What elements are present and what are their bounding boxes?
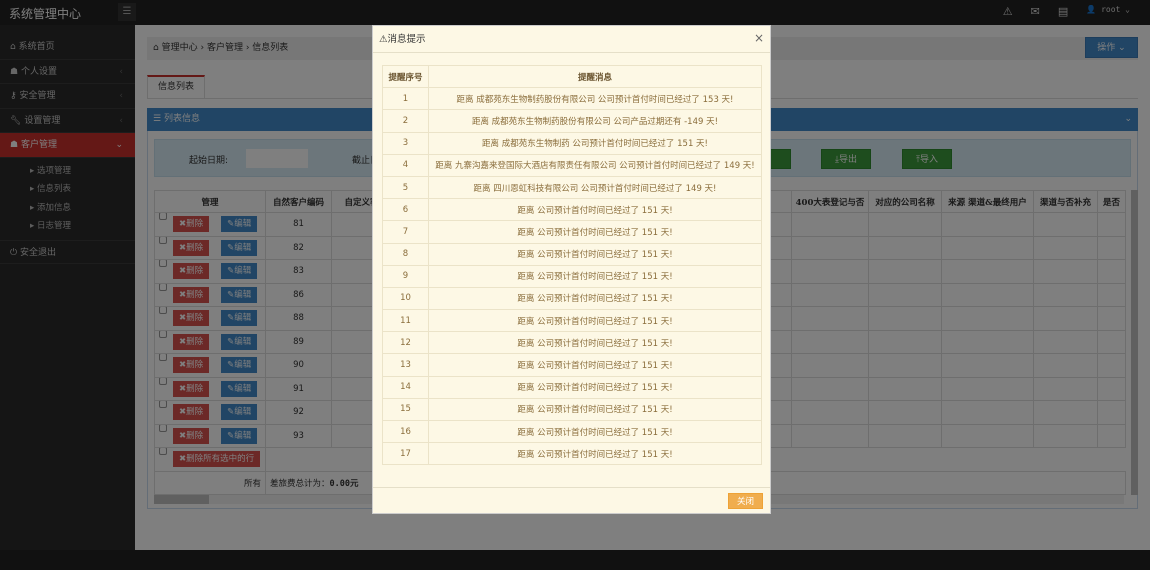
reminder-message: 距离 公司预计首付时间已经过了 151 天! [428, 220, 762, 244]
table-row: 12 距离 公司预计首付时间已经过了 151 天! [382, 331, 762, 355]
table-row: 2 距离 成都苑东生物制药股份有限公司 公司产品过期还有 -149 天! [382, 109, 762, 133]
table-row: 14 距离 公司预计首付时间已经过了 151 天! [382, 375, 762, 399]
reminder-index: 9 [382, 264, 429, 288]
table-row: 4 距离 九寨沟嘉来登国际大酒店有限责任有限公司 公司预计首付时间已经过了 149… [382, 153, 762, 177]
reminder-message: 距离 公司预计首付时间已经过了 151 天! [428, 309, 762, 333]
table-row: 17 距离 公司预计首付时间已经过了 151 天! [382, 442, 762, 466]
close-button[interactable]: 关闭 [728, 493, 763, 509]
reminder-message: 距离 公司预计首付时间已经过了 151 天! [428, 353, 762, 377]
table-row: 10 距离 公司预计首付时间已经过了 151 天! [382, 286, 762, 311]
reminder-index: 6 [382, 198, 429, 222]
dialog-header: ⚠消息提示 [373, 26, 770, 53]
reminder-index: 16 [382, 419, 429, 444]
table-row: 9 距离 公司预计首付时间已经过了 151 天! [382, 264, 762, 288]
reminder-index: 1 [382, 87, 429, 111]
column-header: 提醒消息 [428, 64, 762, 89]
reminder-message: 距离 公司预计首付时间已经过了 151 天! [428, 419, 762, 444]
dialog-footer [373, 487, 770, 488]
reminder-index: 2 [382, 109, 429, 133]
reminder-message: 距离 公司预计首付时间已经过了 151 天! [428, 198, 762, 222]
reminder-index: 14 [382, 375, 429, 399]
table-row: 5 距离 四川恩虹科技有限公司 公司预计首付时间已经过了 149 天! [382, 175, 762, 200]
table-row: 1 距离 成都苑东生物制药股份有限公司 公司预计首付时间已经过了 153 天! [382, 87, 762, 111]
reminder-message: 距离 公司预计首付时间已经过了 151 天! [428, 286, 762, 311]
reminder-index: 10 [382, 286, 429, 311]
reminder-message: 距离 九寨沟嘉来登国际大酒店有限责任有限公司 公司预计首付时间已经过了 149 … [428, 153, 762, 177]
table-row: 11 距离 公司预计首付时间已经过了 151 天! [382, 309, 762, 333]
table-row: 3 距离 成都苑东生物制药 公司预计首付时间已经过了 151 天! [382, 131, 762, 155]
warning-icon: ⚠ [379, 34, 388, 45]
reminder-index: 15 [382, 397, 429, 422]
reminder-index: 13 [382, 353, 429, 377]
reminder-index: 3 [382, 131, 429, 155]
reminder-index: 17 [382, 442, 429, 466]
table-row: 7 距离 公司预计首付时间已经过了 151 天! [382, 220, 762, 244]
table-row: 6 距离 公司预计首付时间已经过了 151 天! [382, 198, 762, 222]
reminder-index: 8 [382, 242, 429, 266]
dialog-title: 消息提示 [387, 34, 426, 45]
close-icon[interactable]: × [754, 26, 764, 50]
reminder-message: 距离 公司预计首付时间已经过了 151 天! [428, 264, 762, 288]
reminder-table: 提醒序号 提醒消息 1 距离 成都苑东生物制药股份有限公司 公司预计首付时间已经过… [382, 64, 762, 466]
reminder-message: 距离 公司预计首付时间已经过了 151 天! [428, 242, 762, 266]
reminder-index: 7 [382, 220, 429, 244]
reminder-message: 距离 公司预计首付时间已经过了 151 天! [428, 397, 762, 422]
reminder-message: 距离 成都苑东生物制药 公司预计首付时间已经过了 151 天! [428, 131, 762, 155]
reminder-index: 4 [382, 153, 429, 177]
reminder-message: 距离 成都苑东生物制药股份有限公司 公司预计首付时间已经过了 153 天! [428, 87, 762, 111]
reminder-index: 11 [382, 309, 429, 333]
column-header: 提醒序号 [382, 64, 429, 89]
table-row: 16 距离 公司预计首付时间已经过了 151 天! [382, 419, 762, 444]
reminder-message: 距离 公司预计首付时间已经过了 151 天! [428, 331, 762, 355]
table-row: 13 距离 公司预计首付时间已经过了 151 天! [382, 353, 762, 377]
reminder-index: 12 [382, 331, 429, 355]
reminder-message: 距离 公司预计首付时间已经过了 151 天! [428, 375, 762, 399]
table-row: 8 距离 公司预计首付时间已经过了 151 天! [382, 242, 762, 266]
reminder-message: 距离 成都苑东生物制药股份有限公司 公司产品过期还有 -149 天! [428, 109, 762, 133]
reminder-message: 距离 公司预计首付时间已经过了 151 天! [428, 442, 762, 466]
message-dialog: ⚠消息提示 × 提醒序号 提醒消息 1 距离 成都苑东生物制药股份有限公司 公司预… [372, 25, 771, 514]
table-row: 15 距离 公司预计首付时间已经过了 151 天! [382, 397, 762, 422]
reminder-index: 5 [382, 175, 429, 200]
reminder-message: 距离 四川恩虹科技有限公司 公司预计首付时间已经过了 149 天! [428, 175, 762, 200]
